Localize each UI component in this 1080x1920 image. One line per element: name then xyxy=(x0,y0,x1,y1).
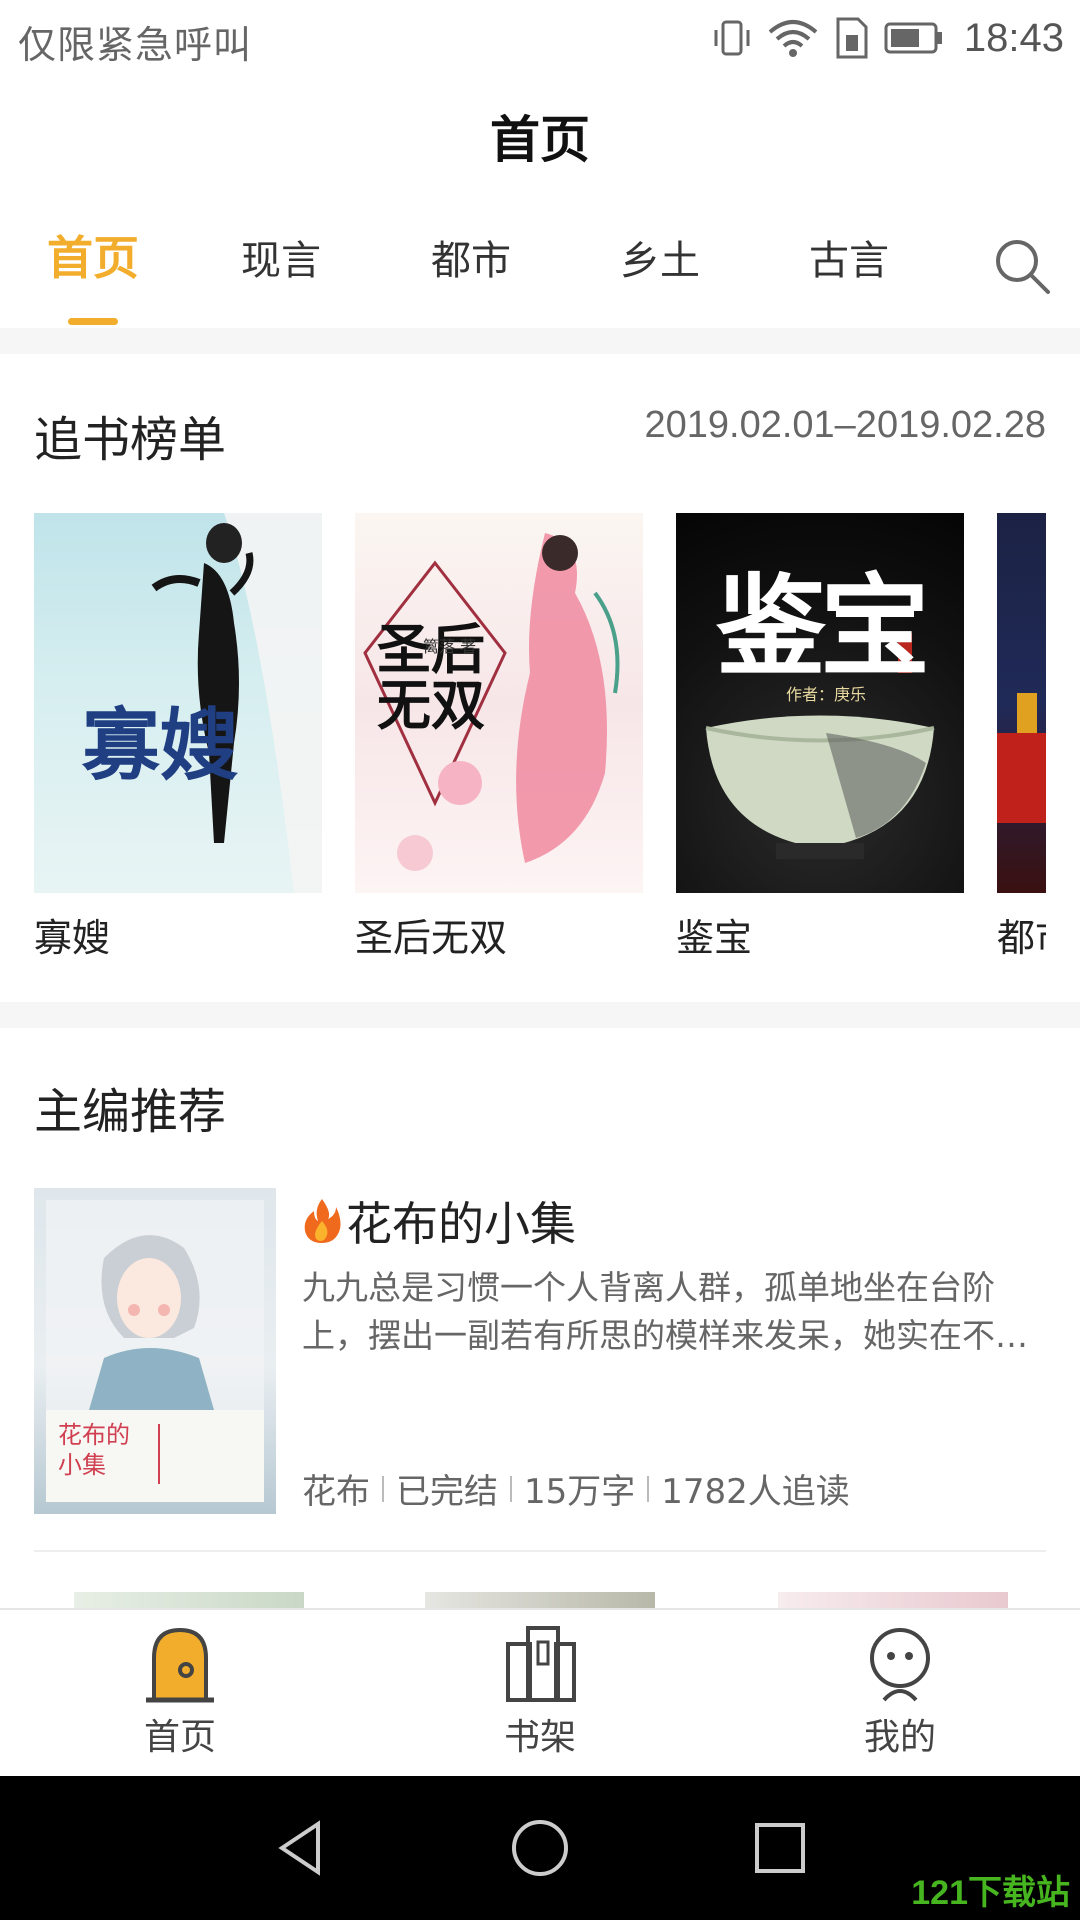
tab-rural[interactable]: 乡土 xyxy=(585,228,735,286)
book-title[interactable]: 圣后无双 xyxy=(355,907,643,962)
book-cover[interactable]: 寡嫂 xyxy=(34,513,322,893)
meta-divider xyxy=(510,1475,512,1502)
book-description: 九九总是习惯一个人背离人群，孤单地坐在台阶上，摆出一副若有所思的模样来发呆，她实… xyxy=(302,1268,1028,1355)
page-title: 首页 xyxy=(490,111,590,169)
book-followers: 1782人追读 xyxy=(661,1472,850,1512)
vibrate-icon xyxy=(714,20,750,56)
nav-home[interactable]: 首页 xyxy=(80,1624,280,1760)
home-icon[interactable] xyxy=(510,1818,570,1878)
recommended-book-title-row[interactable]: 花布的小集 xyxy=(302,1188,576,1254)
bottom-nav: 首页 书架 我的 xyxy=(0,1608,1080,1776)
meta-divider xyxy=(382,1475,384,1502)
book-cover[interactable]: 花布的小集 xyxy=(34,1188,276,1514)
active-tab-indicator xyxy=(68,318,118,325)
recommended-book[interactable]: 花布的小集 花布的小集 九九总是习惯一个人背离人群，孤单地坐在台阶上，摆出一副若… xyxy=(34,1188,1046,1518)
cover-author-art: 篱落 著 xyxy=(423,637,477,656)
book-title[interactable]: 花布的小集 xyxy=(346,1188,576,1254)
book-cover[interactable]: 鉴宝 作者：庚乐 xyxy=(676,513,964,893)
ranking-book-list: 寡嫂 寡嫂 圣后无双 篱落 著 圣后无双 鉴宝 作者：庚乐 鉴宝 都 xyxy=(34,513,1046,963)
tab-home[interactable]: 首页 xyxy=(18,222,168,288)
clock: 18:43 xyxy=(963,15,1064,60)
nav-profile[interactable]: 我的 xyxy=(800,1624,1000,1760)
tab-ancient[interactable]: 古言 xyxy=(774,228,924,286)
ranking-date-range: 2019.02.01–2019.02.28 xyxy=(644,404,1046,446)
home-door-icon xyxy=(146,1627,214,1703)
bookshelf-icon xyxy=(506,1626,576,1702)
book-title[interactable]: 都市 xyxy=(997,907,1046,962)
cover-title-art: 鉴宝 xyxy=(716,562,930,691)
book-title[interactable]: 鉴宝 xyxy=(676,907,964,962)
editor-pick-title: 主编推荐 xyxy=(34,1084,227,1140)
list-divider xyxy=(34,1550,1046,1552)
wifi-icon xyxy=(768,20,818,57)
cover-author-art: 作者：庚乐 xyxy=(786,685,867,704)
system-nav-bar: 121下载站 xyxy=(0,1776,1080,1920)
book-card[interactable]: 鉴宝 作者：庚乐 鉴宝 xyxy=(676,513,964,962)
cover-title-art: 寡嫂 xyxy=(82,700,239,791)
sim-icon xyxy=(836,17,868,59)
status-icons: 18:43 xyxy=(712,10,1064,66)
watermark-logo: 121下载站 xyxy=(911,1874,1070,1912)
book-author: 花布 xyxy=(302,1472,370,1512)
book-card[interactable]: 寡嫂 寡嫂 xyxy=(34,513,322,962)
search-icon[interactable] xyxy=(992,236,1052,296)
section-separator xyxy=(0,1002,1080,1028)
ranking-title: 追书榜单 xyxy=(34,412,227,468)
section-separator xyxy=(0,328,1080,354)
nav-bookshelf[interactable]: 书架 xyxy=(440,1624,640,1760)
nav-bookshelf-label: 书架 xyxy=(503,1717,576,1758)
tab-romance[interactable]: 现言 xyxy=(206,228,356,286)
book-card[interactable]: 都市 xyxy=(997,513,1046,962)
profile-icon xyxy=(870,1628,930,1702)
meta-divider xyxy=(647,1475,650,1502)
book-title[interactable]: 寡嫂 xyxy=(34,907,322,962)
book-meta: 花布 已完结 15万字 1782人追读 xyxy=(302,1464,850,1513)
book-status: 已完结 xyxy=(396,1472,498,1512)
book-cover[interactable] xyxy=(997,513,1046,893)
nav-home-label: 首页 xyxy=(143,1717,216,1758)
battery-icon xyxy=(884,22,942,54)
book-word-count: 15万字 xyxy=(524,1472,636,1512)
recents-icon[interactable] xyxy=(750,1818,810,1878)
nav-profile-label: 我的 xyxy=(863,1717,936,1758)
status-bar: 仅限紧急呼叫 18:43 xyxy=(0,0,1080,76)
back-icon[interactable] xyxy=(270,1818,330,1878)
cover-title-art: 花布的小集 xyxy=(58,1421,130,1479)
tab-urban[interactable]: 都市 xyxy=(396,228,546,286)
carrier-text: 仅限紧急呼叫 xyxy=(18,23,253,67)
book-card[interactable]: 圣后无双 篱落 著 圣后无双 xyxy=(355,513,643,962)
fire-icon xyxy=(304,1199,341,1243)
category-tabs: 首页 现言 都市 乡土 古言 xyxy=(0,228,1080,328)
book-cover[interactable]: 圣后无双 篱落 著 xyxy=(355,513,643,893)
cover-city-art xyxy=(997,693,1046,823)
